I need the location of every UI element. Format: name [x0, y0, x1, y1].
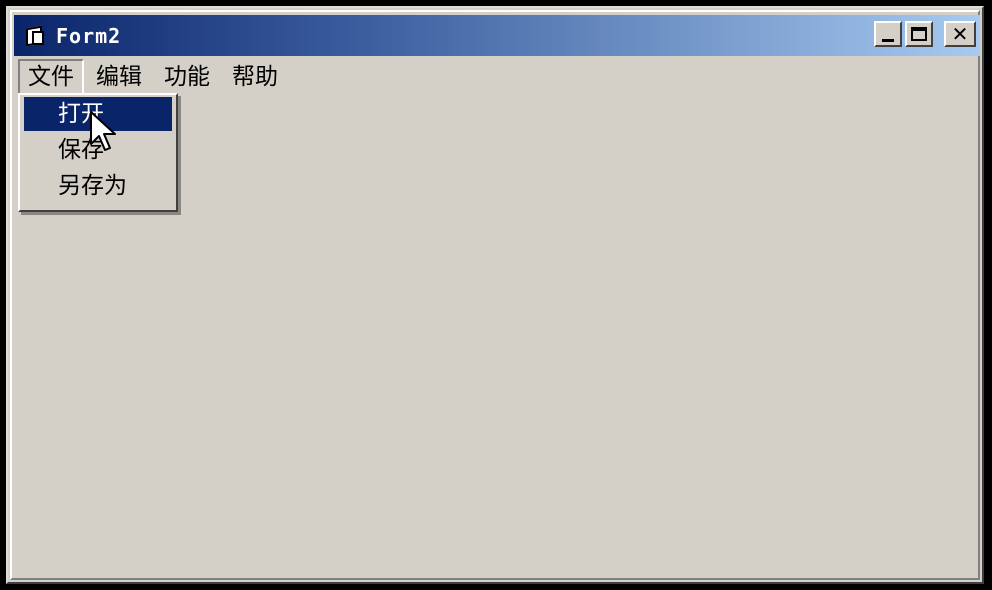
maximize-button[interactable] — [905, 21, 933, 47]
close-icon: ✕ — [951, 22, 969, 46]
window-title: Form2 — [56, 23, 122, 48]
menu-help[interactable]: 帮助 — [222, 59, 288, 95]
minimize-icon — [882, 38, 894, 42]
menu-function[interactable]: 功能 — [154, 59, 220, 95]
menu-item-save-as[interactable]: 另存为 — [24, 169, 172, 203]
menu-file[interactable]: 文件 — [18, 59, 84, 95]
form-app-icon[interactable] — [24, 25, 50, 47]
minimize-button[interactable] — [874, 21, 902, 47]
menu-edit[interactable]: 编辑 — [86, 59, 152, 95]
close-button[interactable]: ✕ — [944, 21, 976, 47]
mouse-cursor-icon — [90, 111, 116, 151]
maximize-icon — [911, 27, 927, 41]
title-bar[interactable]: Form2 — [14, 15, 980, 56]
